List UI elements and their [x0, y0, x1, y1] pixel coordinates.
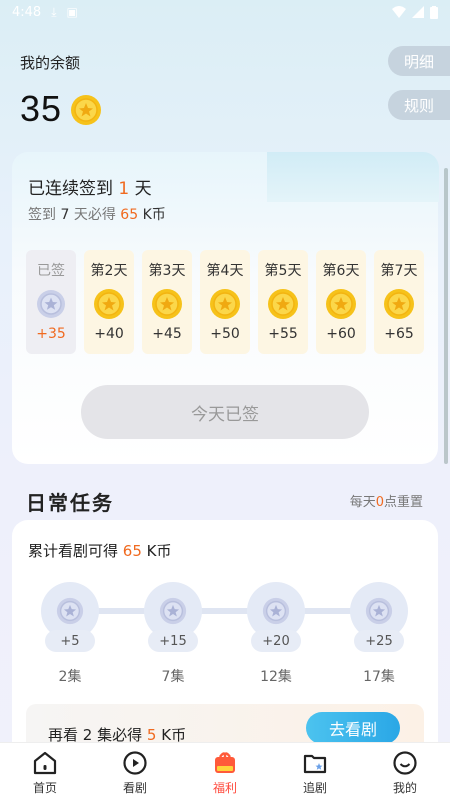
gold-coin-icon	[71, 95, 101, 125]
rules-button[interactable]: 规则	[388, 90, 450, 120]
nav-label: 福利	[212, 781, 237, 795]
balance-label: 我的余额	[20, 54, 81, 72]
task-reward: 65	[122, 542, 142, 560]
silver-coin-icon	[262, 597, 290, 625]
day-reward: +65	[384, 326, 414, 342]
day-reward: +40	[94, 326, 124, 342]
gold-coin-icon	[268, 289, 298, 319]
nav-label: 看剧	[122, 781, 147, 795]
milestone-label: 7集	[161, 669, 185, 685]
day-reward: +55	[268, 326, 298, 342]
milestone-reward: +15	[148, 630, 198, 652]
silver-coin-icon	[37, 290, 65, 318]
day-label: 第4天	[206, 263, 244, 279]
milestone-progress-line	[70, 608, 380, 614]
task-unit: K币	[146, 542, 172, 560]
streak-title-suffix: 天	[134, 179, 152, 199]
reset-prefix: 每天	[349, 495, 376, 510]
battery-icon	[430, 5, 438, 19]
day-cell-4: 第4天 +50	[200, 250, 250, 354]
nav-label: 首页	[32, 781, 57, 795]
streak-sub-days: 7	[60, 207, 70, 223]
day-label: 已签	[37, 263, 65, 279]
milestone-reward: +25	[354, 630, 404, 652]
gold-coin-icon	[326, 289, 356, 319]
day-cell-2: 第2天 +40	[84, 250, 134, 354]
watch-task-title: 累计看剧可得 65 K币	[28, 540, 172, 561]
day-label: 第6天	[322, 263, 360, 279]
milestone-2: +15 7集	[143, 582, 203, 686]
wifi-icon	[392, 6, 406, 18]
detail-button[interactable]: 明细	[388, 46, 450, 76]
go-watch-button[interactable]: 去看剧	[306, 712, 400, 744]
streak-sub-mid: 天必得	[73, 207, 116, 223]
daily-reset-note: 每天0点重置	[350, 491, 423, 510]
milestone-1: +5 2集	[40, 582, 100, 686]
day-label: 第3天	[148, 263, 186, 279]
day-label: 第2天	[90, 263, 128, 279]
nav-item-profile[interactable]: 我的	[360, 743, 450, 800]
day-cell-5: 第5天 +55	[258, 250, 308, 354]
status-time: 4:48	[12, 4, 42, 20]
checkin-days-row: 已签 +35 第2天 +40 第3天 +45 第4天 +50 第5天 +55 第…	[26, 250, 424, 354]
silver-coin-icon	[159, 597, 187, 625]
day-reward: +50	[210, 326, 240, 342]
day-cell-3: 第3天 +45	[142, 250, 192, 354]
milestone-label: 12集	[260, 669, 292, 685]
reset-hour: 0	[375, 495, 384, 510]
gold-coin-icon	[210, 289, 240, 319]
gold-coin-icon	[384, 289, 414, 319]
nav-label: 追剧	[302, 781, 327, 795]
daily-tasks-title: 日常任务	[26, 491, 114, 515]
nav-item-welfare[interactable]: 福利	[180, 743, 270, 800]
task-title-prefix: 累计看剧可得	[28, 542, 119, 560]
day-reward: +35	[36, 326, 66, 342]
streak-sub-reward: 65	[120, 207, 139, 223]
gold-coin-icon	[94, 289, 124, 319]
checkin-card: 已连续签到 1 天 签到 7 天必得 65 K币 已签 +35 第2天 +40 …	[12, 152, 439, 464]
bottom-nav: 首页 看剧 福利 追剧 我的	[0, 742, 450, 800]
scrollbar[interactable]	[444, 168, 448, 464]
signed-today-button[interactable]: 今天已签	[81, 385, 369, 439]
download-icon: ⤓	[51, 4, 57, 19]
day-label: 第5天	[264, 263, 302, 279]
reset-suffix: 点重置	[383, 495, 423, 510]
streak-subtitle: 签到 7 天必得 65 K币	[28, 204, 166, 224]
nav-item-watch[interactable]: 看剧	[90, 743, 180, 800]
folder-star-icon	[303, 754, 327, 774]
streak-sub-prefix: 签到	[28, 207, 56, 223]
nav-item-home[interactable]: 首页	[0, 743, 90, 800]
streak-title: 已连续签到 1 天	[28, 174, 152, 199]
milestone-reward: +5	[45, 630, 95, 652]
streak-title-prefix: 已连续签到	[28, 179, 113, 199]
gold-coin-icon	[152, 289, 182, 319]
balance-value: 35	[20, 88, 63, 129]
streak-sub-unit: K币	[142, 207, 166, 223]
day-reward: +45	[152, 326, 182, 342]
streak-days: 1	[118, 179, 130, 199]
day-cell-7: 第7天 +65	[374, 250, 424, 354]
milestone-4: +25 17集	[349, 582, 409, 686]
nav-label: 我的	[392, 781, 417, 795]
status-bar: 4:48 ⤓ ▣	[0, 0, 450, 24]
milestone-reward: +20	[251, 630, 301, 652]
silver-coin-icon	[365, 597, 393, 625]
day-cell-6: 第6天 +60	[316, 250, 366, 354]
home-icon	[33, 751, 57, 775]
nav-item-following[interactable]: 追剧	[270, 743, 360, 800]
milestone-label: 2集	[58, 669, 82, 685]
day-cell-1: 已签 +35	[26, 250, 76, 354]
milestone-label: 17集	[363, 669, 395, 685]
silver-coin-icon	[56, 597, 84, 625]
play-icon	[123, 751, 147, 775]
notification-icon: ▣	[66, 5, 78, 19]
day-reward: +60	[326, 326, 356, 342]
profile-icon	[393, 751, 417, 775]
checkin-card-tab	[267, 152, 439, 202]
gift-icon	[215, 752, 235, 773]
signal-icon	[412, 6, 424, 18]
milestone-3: +20 12集	[246, 582, 306, 686]
day-label: 第7天	[380, 263, 418, 279]
